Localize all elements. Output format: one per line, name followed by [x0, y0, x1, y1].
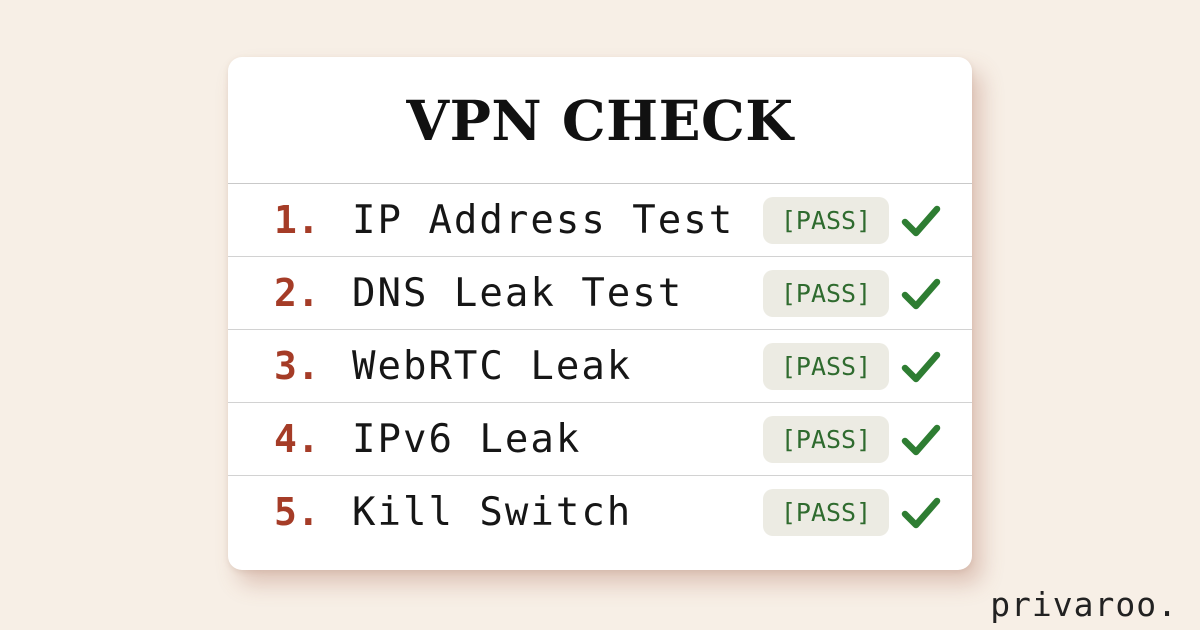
row-number: 3. [274, 344, 320, 388]
row-label: DNS Leak Test [352, 271, 684, 316]
row-label: Kill Switch [352, 490, 633, 535]
checkmark-icon [901, 424, 941, 456]
row-number: 1. [274, 198, 320, 242]
brand-wordmark: privaroo. [990, 585, 1178, 624]
pass-badge: [PASS] [763, 270, 889, 317]
checkmark-icon [901, 205, 941, 237]
vpn-check-card: VPN CHECK 1. IP Address Test [PASS] 2. D… [228, 57, 972, 570]
check-row-ip-address: 1. IP Address Test [PASS] [228, 184, 972, 257]
check-row-kill-switch: 5. Kill Switch [PASS] [228, 476, 972, 549]
pass-badge: [PASS] [763, 416, 889, 463]
row-label: IPv6 Leak [352, 417, 582, 462]
pass-badge: [PASS] [763, 197, 889, 244]
checkmark-icon [901, 278, 941, 310]
check-row-dns-leak: 2. DNS Leak Test [PASS] [228, 257, 972, 330]
card-title: VPN CHECK [228, 57, 972, 184]
pass-badge: [PASS] [763, 489, 889, 536]
row-label: IP Address Test [352, 198, 735, 243]
row-label: WebRTC Leak [352, 344, 633, 389]
pass-badge: [PASS] [763, 343, 889, 390]
check-row-webrtc-leak: 3. WebRTC Leak [PASS] [228, 330, 972, 403]
checkmark-icon [901, 497, 941, 529]
row-number: 4. [274, 417, 320, 461]
row-number: 5. [274, 490, 320, 534]
check-list: 1. IP Address Test [PASS] 2. DNS Leak Te… [228, 184, 972, 549]
check-row-ipv6-leak: 4. IPv6 Leak [PASS] [228, 403, 972, 476]
checkmark-icon [901, 351, 941, 383]
row-number: 2. [274, 271, 320, 315]
